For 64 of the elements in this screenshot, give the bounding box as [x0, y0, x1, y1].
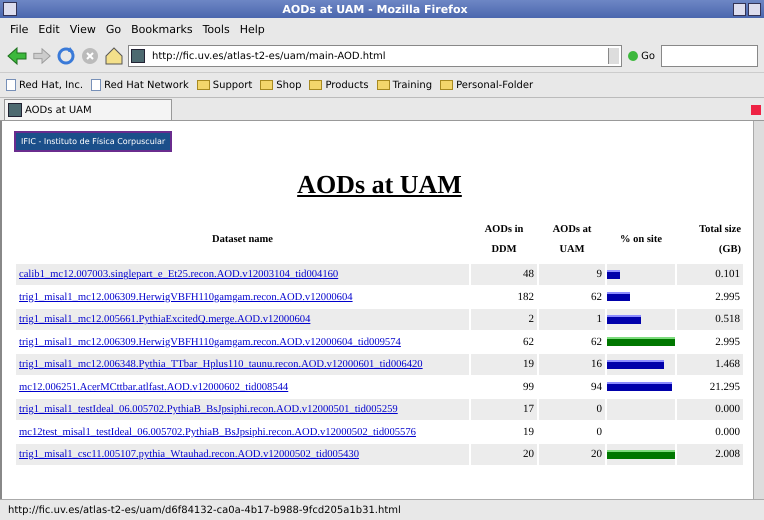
table-cell: 9	[539, 264, 605, 284]
table-cell: 19	[471, 354, 537, 374]
bookmark-item[interactable]: Support	[196, 80, 252, 90]
table-cell-text: 19	[522, 424, 535, 440]
table-cell: 20	[471, 444, 537, 464]
column-header: Dataset name	[211, 233, 274, 247]
dataset-link[interactable]: mc12.006251.AcerMCttbar.atlfast.AOD.v12000602_tid008544	[19, 382, 288, 393]
table-cell-text: 0.000	[714, 424, 741, 440]
menu-item[interactable]: Tools	[202, 22, 230, 36]
menu-item[interactable]: Bookmarks	[131, 22, 193, 36]
table-cell-text: 94	[590, 380, 603, 395]
browser-tab[interactable]: AODs at UAM	[4, 99, 172, 120]
menu-item[interactable]: View	[70, 22, 96, 36]
banner-link[interactable]: IFIC - Instituto de Física Corpuscular	[14, 131, 172, 152]
column-header: AODs in DDM	[484, 223, 524, 257]
forward-arrow-icon[interactable]	[32, 46, 52, 66]
back-arrow-icon[interactable]	[6, 46, 28, 66]
go-button[interactable]: Go	[626, 50, 657, 62]
table-cell: 17	[471, 399, 537, 420]
menu-item[interactable]: Go	[106, 22, 122, 36]
reload-icon[interactable]	[56, 46, 76, 66]
search-field[interactable]	[661, 45, 758, 67]
home-icon[interactable]	[104, 46, 124, 66]
table-cell: 1.468	[677, 354, 743, 374]
table-cell: 1	[539, 309, 605, 330]
dataset-link[interactable]: mc12test_misal1_testIdeal_06.005702.PythiaB_BsJpsiphi.recon.AOD.v12000502_tid005576	[19, 426, 416, 438]
bookmark-item[interactable]: Red Hat Network	[91, 79, 189, 91]
table-cell-text: 99	[522, 380, 535, 395]
bookmark-item[interactable]: Training	[376, 80, 432, 90]
page-icon	[131, 49, 145, 63]
bookmark-item[interactable]: Personal-Folder	[440, 80, 534, 90]
table-cell-text: 21.295	[708, 380, 741, 395]
table-cell-text: 62	[590, 290, 603, 305]
dataset-link[interactable]: trig1_misal1_mc12.006309.HerwigVBFH110gamgam.recon.AOD.v12000604_tid009574	[19, 336, 401, 348]
address-field[interactable]: http://fic.uv.es/atlas-t2-es/uam/main-AOD.html	[128, 45, 622, 67]
menu-item[interactable]: Help	[240, 22, 265, 36]
scrollbar[interactable]	[753, 121, 764, 499]
bookmark-item[interactable]: Shop	[260, 80, 302, 90]
table-cell-text: 62	[522, 334, 535, 350]
table-cell: 48	[471, 264, 537, 284]
table-cell-text: 182	[516, 290, 535, 305]
bookmark-item[interactable]: Products	[309, 80, 369, 90]
table-cell: 0.000	[677, 399, 743, 420]
table-cell: 16	[539, 354, 605, 374]
table-cell-text: 0	[596, 424, 603, 440]
table-cell: 2	[471, 309, 537, 330]
bookmark-item[interactable]: Red Hat, Inc.	[6, 79, 84, 91]
table-cell-text: 2.995	[714, 290, 741, 305]
column-header: Total size (GB)	[698, 223, 742, 257]
table-cell: 0	[539, 399, 605, 420]
window-title: AODs at UAM - Mozilla Firefox	[281, 2, 469, 16]
column-header: AODs at UAM	[552, 223, 592, 257]
table-cell: 0.518	[677, 309, 743, 330]
column-header: % on site	[619, 233, 663, 247]
page-heading: AODs at UAM	[296, 170, 463, 200]
table-cell: 0.101	[677, 264, 743, 284]
table-cell: 20	[539, 444, 605, 464]
table-cell: 2.008	[677, 444, 743, 464]
menu-item[interactable]: File	[10, 22, 28, 36]
table-cell-text: 62	[590, 334, 603, 350]
status-text: http://fic.uv.es/atlas-t2-es/uam/d6f84132-ca0a-4b17-b988-9fcd205a1b31.html	[8, 504, 401, 516]
dataset-link[interactable]: trig1_misal1_mc12.006309.HerwigVBFH110gamgam.recon.AOD.v12000604	[19, 292, 353, 303]
table-cell-text: 2.995	[714, 334, 741, 350]
menu-item[interactable]: Edit	[38, 22, 60, 36]
